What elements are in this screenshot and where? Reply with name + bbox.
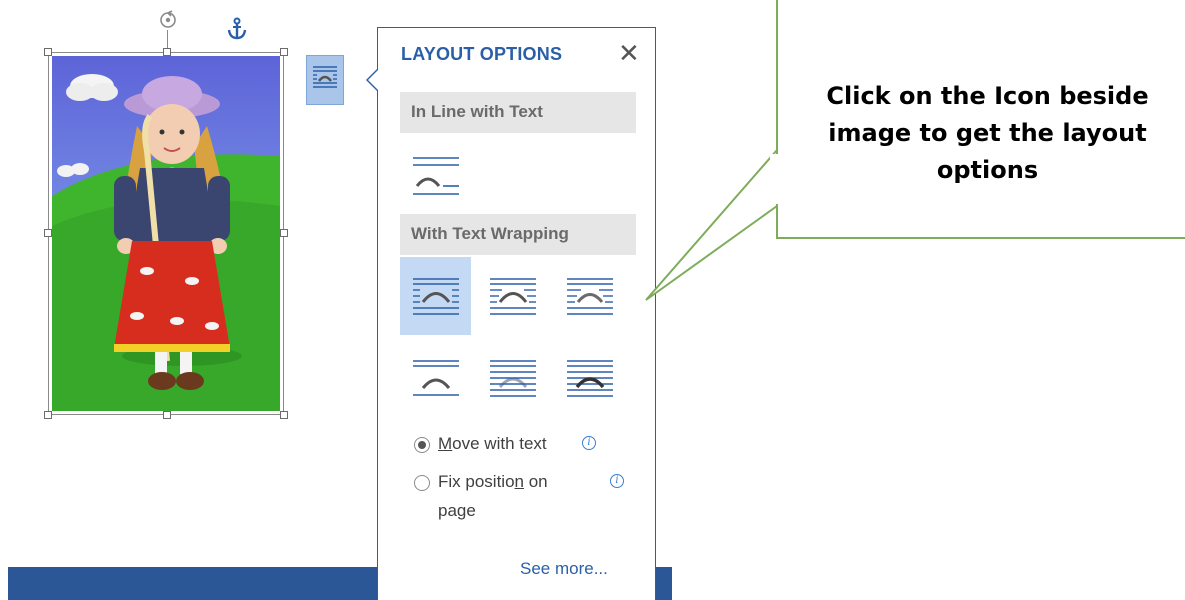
info-icon[interactable]: i bbox=[610, 474, 624, 488]
wrap-tight-option[interactable] bbox=[477, 257, 548, 335]
wrap-behind-text-option[interactable] bbox=[477, 339, 548, 417]
section-inline: In Line with Text bbox=[400, 92, 636, 133]
anchor-icon bbox=[227, 17, 247, 40]
resize-handle-left[interactable] bbox=[44, 229, 52, 237]
wrap-tight-icon bbox=[490, 278, 536, 315]
resize-handle-bottom-right[interactable] bbox=[280, 411, 288, 419]
resize-handle-top[interactable] bbox=[163, 48, 171, 56]
wrap-in-front-option[interactable] bbox=[554, 339, 625, 417]
wrap-behind-text-icon bbox=[490, 360, 536, 397]
rotate-handle-icon[interactable] bbox=[157, 9, 179, 31]
picture-selection-frame bbox=[48, 52, 284, 415]
section-inline-label: In Line with Text bbox=[411, 102, 543, 121]
resize-handle-top-left[interactable] bbox=[44, 48, 52, 56]
fix-position-label-line2: page bbox=[438, 501, 476, 520]
see-more-link[interactable]: See more... bbox=[520, 559, 608, 579]
layout-options-icon bbox=[313, 66, 337, 88]
wrap-top-bottom-icon bbox=[413, 360, 459, 396]
resize-handle-bottom[interactable] bbox=[163, 411, 171, 419]
section-wrapping-label: With Text Wrapping bbox=[411, 224, 569, 243]
callout-text: Click on the Icon beside image to get th… bbox=[826, 82, 1149, 184]
callout-pointer-gap bbox=[770, 154, 784, 204]
inline-with-text-icon bbox=[413, 157, 459, 195]
move-with-text-radio[interactable] bbox=[414, 437, 430, 453]
fix-position-label[interactable]: Fix position on bbox=[438, 469, 548, 495]
move-with-text-accelerator: M bbox=[438, 434, 453, 453]
wrap-square-option[interactable] bbox=[400, 257, 471, 335]
wrap-through-option[interactable] bbox=[554, 257, 625, 335]
wrap-through-icon bbox=[567, 278, 613, 315]
fix-position-accelerator: n bbox=[514, 472, 524, 491]
resize-handle-right[interactable] bbox=[280, 229, 288, 237]
wrap-inline-option[interactable] bbox=[400, 136, 471, 214]
callout-pointer bbox=[645, 140, 778, 301]
panel-pointer-inner bbox=[368, 69, 379, 91]
wrap-square-icon bbox=[413, 278, 459, 315]
section-wrapping: With Text Wrapping bbox=[400, 214, 636, 255]
fix-position-radio[interactable] bbox=[414, 475, 430, 491]
wrap-top-bottom-option[interactable] bbox=[400, 339, 471, 417]
info-icon[interactable]: i bbox=[582, 436, 596, 450]
close-icon[interactable]: ✕ bbox=[618, 38, 640, 68]
resize-handle-top-right[interactable] bbox=[280, 48, 288, 56]
layout-options-button[interactable] bbox=[306, 55, 344, 105]
move-with-text-label[interactable]: Move with text bbox=[438, 431, 547, 457]
wrap-in-front-icon bbox=[567, 360, 613, 397]
layout-options-panel: LAYOUT OPTIONS ✕ In Line with Text With … bbox=[377, 27, 656, 600]
radio-selected-dot bbox=[418, 441, 426, 449]
panel-title: LAYOUT OPTIONS bbox=[401, 44, 563, 64]
resize-handle-bottom-left[interactable] bbox=[44, 411, 52, 419]
